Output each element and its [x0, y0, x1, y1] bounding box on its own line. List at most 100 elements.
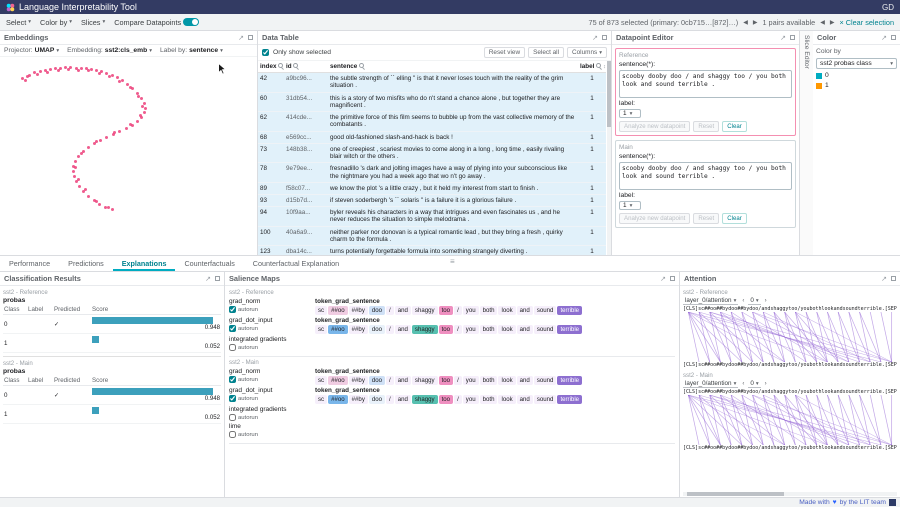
slice-editor-collapsed[interactable]: Slice Editor [800, 31, 813, 255]
label-by-select[interactable]: Label by:sentence▾ [160, 47, 223, 54]
next-head-button[interactable]: › [765, 298, 767, 304]
column-header-id[interactable]: id [284, 61, 328, 73]
analyze-new-datapoint-button[interactable]: Analyze new datapoint [619, 213, 690, 224]
tab-predictions[interactable]: Predictions [59, 256, 113, 271]
scrollbar-thumb[interactable] [607, 61, 611, 127]
attention-layer-select[interactable]: layer_0/attention▾ [683, 297, 738, 305]
attention-head-select[interactable]: 0▾ [748, 380, 760, 388]
table-row[interactable]: 6031db54...this is a story of two misfit… [258, 92, 606, 111]
column-header-label[interactable]: label ↕ [578, 61, 606, 73]
next-datapoint-button[interactable]: ▶ [753, 19, 758, 26]
salience-token: shaggy [412, 376, 438, 385]
popout-icon[interactable]: ↗ [780, 34, 786, 42]
vertical-scrollbar[interactable] [607, 61, 611, 255]
maximize-icon[interactable] [215, 276, 220, 281]
column-header-index[interactable]: index ↑ [258, 61, 284, 73]
table-row[interactable]: 89f58c07...we know the plot 's a little … [258, 182, 606, 194]
only-show-selected-checkbox[interactable] [262, 49, 269, 56]
popout-icon[interactable]: ↗ [881, 275, 887, 283]
probas-row[interactable]: 1 0.052 [3, 334, 221, 353]
clear-button[interactable]: Clear [722, 121, 747, 132]
tab-counterfactual-explanation[interactable]: Counterfactual Explanation [244, 256, 348, 271]
tab-performance[interactable]: Performance [0, 256, 59, 271]
user-initials[interactable]: GD [882, 3, 894, 12]
autorun-checkbox[interactable] [229, 325, 236, 332]
scrollbar-thumb[interactable] [687, 492, 783, 496]
clear-selection-button[interactable]: × Clear selection [839, 18, 894, 27]
popout-icon[interactable]: ↗ [881, 34, 887, 42]
next-pair-button[interactable]: ▶ [830, 19, 835, 26]
probas-row[interactable]: 1 0.052 [3, 405, 221, 424]
label-select[interactable]: 1▾ [619, 109, 641, 118]
embedding-select[interactable]: Embedding:sst2:cls_emb▾ [67, 47, 152, 54]
maximize-icon[interactable] [891, 35, 896, 40]
autorun-checkbox[interactable] [229, 344, 236, 351]
clear-button[interactable]: Clear [722, 213, 747, 224]
search-icon[interactable] [359, 63, 366, 70]
autorun-checkbox[interactable] [229, 414, 236, 421]
salience-token: sound [534, 325, 557, 334]
col-label: Label [27, 376, 53, 386]
column-header-sentence[interactable]: sentence [328, 61, 578, 73]
table-row[interactable]: 68e569cc...good old-fashioned slash-and-… [258, 131, 606, 143]
prev-head-button[interactable]: ‹ [742, 381, 744, 387]
scatter-plot[interactable] [0, 57, 257, 255]
prev-pair-button[interactable]: ◀ [820, 19, 825, 26]
popout-icon[interactable]: ↗ [205, 275, 211, 283]
table-row[interactable]: 9410f9aa...byler reveals his characters … [258, 207, 606, 226]
autorun-checkbox[interactable] [229, 395, 236, 402]
toggle-on-icon[interactable] [183, 18, 199, 26]
sort-icon[interactable]: ↕ [603, 64, 606, 70]
table-row[interactable]: 10040a6a9...neither parker nor donovan i… [258, 226, 606, 245]
sentence-input[interactable]: scooby dooby doo / and shaggy too / you … [619, 162, 792, 190]
maximize-icon[interactable] [891, 276, 896, 281]
search-icon[interactable] [293, 63, 300, 70]
attention-panel: Attention ↗ sst2 - Referencelayer_0/atte… [680, 272, 900, 497]
autorun-checkbox[interactable] [229, 376, 236, 383]
select-all-button[interactable]: Select all [528, 47, 564, 58]
popout-icon[interactable]: ↗ [660, 275, 666, 283]
table-row[interactable]: 62414cde...the primitive force of this f… [258, 112, 606, 131]
select-menu[interactable]: Select▾ [6, 18, 31, 27]
maximize-icon[interactable] [248, 35, 253, 40]
attention-layer-select[interactable]: layer_0/attention▾ [683, 380, 738, 388]
autorun-checkbox[interactable] [229, 431, 236, 438]
maximize-icon[interactable] [790, 35, 795, 40]
attention-head-select[interactable]: 0▾ [748, 297, 760, 305]
compare-datapoints-toggle[interactable]: Compare Datapoints [114, 18, 199, 27]
reset-button[interactable]: Reset [693, 213, 719, 224]
predicted-checkmark-icon [53, 405, 91, 424]
table-row[interactable]: 123dba14c...turns potentially forgettabl… [258, 246, 606, 255]
reset-view-button[interactable]: Reset view [484, 47, 525, 58]
prev-head-button[interactable]: ‹ [742, 298, 744, 304]
table-row[interactable]: 93d15b7d...if steven soderbergh 's `` so… [258, 194, 606, 206]
tab-counterfactuals[interactable]: Counterfactuals [175, 256, 243, 271]
probas-row[interactable]: 0 ✓ 0.948 [3, 386, 221, 405]
autorun-checkbox[interactable] [229, 306, 236, 313]
label-select[interactable]: 1▾ [619, 201, 641, 210]
maximize-icon[interactable] [670, 276, 675, 281]
maximize-icon[interactable] [602, 35, 607, 40]
color-by-select[interactable]: sst2 probas class▾ [816, 58, 897, 69]
probas-row[interactable]: 0 ✓ 0.948 [3, 315, 221, 334]
reset-button[interactable]: Reset [693, 121, 719, 132]
salience-token: shaggy [412, 306, 438, 315]
tab-explanations[interactable]: Explanations [113, 256, 176, 271]
color-by-menu[interactable]: Color by▾ [40, 18, 72, 27]
table-row[interactable]: 789e79ee...fresnadillo 's dark and jolti… [258, 163, 606, 182]
table-row[interactable]: 73148b38...one of creepiest , scariest m… [258, 143, 606, 162]
popout-icon[interactable]: ↗ [238, 34, 244, 42]
horizontal-scrollbar[interactable] [683, 492, 897, 496]
columns-button[interactable]: Columns▾ [567, 47, 607, 58]
next-head-button[interactable]: › [765, 381, 767, 387]
sentence-input[interactable]: scooby dooby doo / and shaggy too / you … [619, 70, 792, 98]
search-icon[interactable] [278, 63, 285, 70]
analyze-new-datapoint-button[interactable]: Analyze new datapoint [619, 121, 690, 132]
drag-handle-icon[interactable]: ≡ [450, 257, 455, 266]
search-icon[interactable] [596, 63, 603, 70]
prev-datapoint-button[interactable]: ◀ [743, 19, 748, 26]
popout-icon[interactable]: ↗ [592, 34, 598, 42]
table-row[interactable]: 42a9bc96...the subtle strength of `` ell… [258, 73, 606, 92]
slices-menu[interactable]: Slices▾ [81, 18, 105, 27]
projector-select[interactable]: Projector:UMAP▾ [4, 47, 59, 54]
